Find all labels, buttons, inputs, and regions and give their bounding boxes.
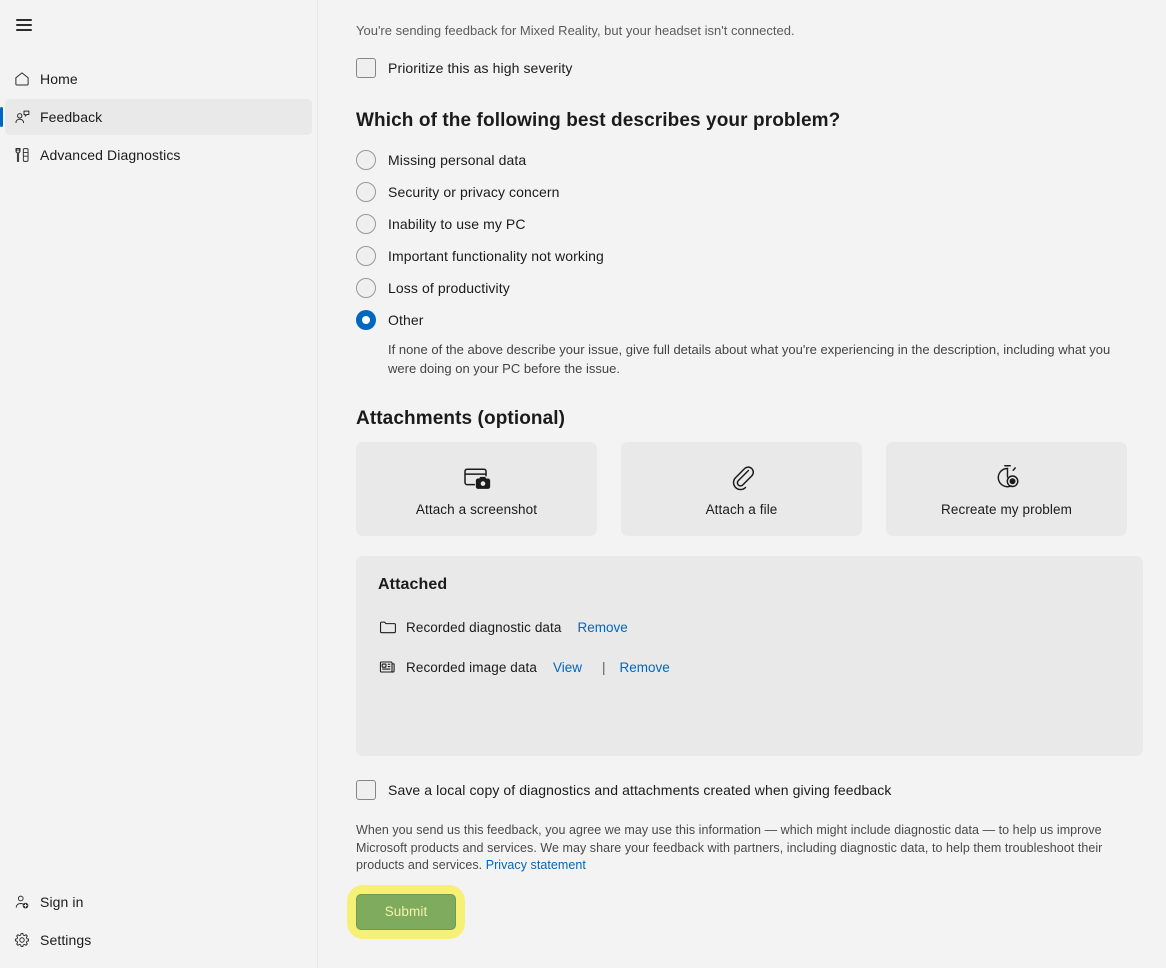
- attached-item-name: Recorded diagnostic data: [406, 619, 562, 635]
- sidebar-item-settings[interactable]: Settings: [5, 922, 312, 958]
- radio-label: Important functionality not working: [388, 248, 604, 264]
- attached-files-panel: Attached Recorded diagnostic data Remove: [356, 556, 1143, 756]
- submit-button[interactable]: Submit: [356, 893, 456, 930]
- feedback-form-main: You're sending feedback for Mixed Realit…: [318, 0, 1166, 968]
- sidebar-item-label: Settings: [40, 932, 92, 948]
- radio-option-loss-of-productivity[interactable]: Loss of productivity: [356, 272, 1142, 304]
- attach-file-card[interactable]: Attach a file: [621, 442, 862, 536]
- radio-option-inability-to-use-pc[interactable]: Inability to use my PC: [356, 208, 1142, 240]
- menu-hamburger-button[interactable]: [2, 5, 46, 45]
- radio-label: Loss of productivity: [388, 280, 510, 296]
- attachment-card-group: Attach a screenshot Attach a file Recrea…: [356, 442, 1142, 536]
- image-data-icon: [378, 658, 396, 676]
- attach-screenshot-card[interactable]: Attach a screenshot: [356, 442, 597, 536]
- feedback-icon: [12, 107, 32, 127]
- remove-image-data-link[interactable]: Remove: [620, 660, 670, 675]
- prioritize-high-severity-row[interactable]: Prioritize this as high severity: [356, 56, 1142, 80]
- sign-in-icon: [12, 892, 32, 912]
- attachment-card-label: Attach a file: [705, 501, 778, 517]
- link-separator: |: [602, 659, 606, 675]
- feedback-hub-window: Home Feedback Advanced Diagnostics Sign …: [0, 0, 1166, 968]
- attached-item-name: Recorded image data: [406, 659, 537, 675]
- attached-item-diagnostic-data: Recorded diagnostic data Remove: [378, 612, 1121, 642]
- attachment-card-label: Attach a screenshot: [415, 501, 538, 517]
- paperclip-icon: [727, 462, 757, 492]
- sidebar-item-label: Home: [40, 71, 78, 87]
- hamburger-icon: [16, 16, 32, 35]
- save-local-copy-row[interactable]: Save a local copy of diagnostics and att…: [356, 780, 1142, 800]
- prioritize-high-severity-checkbox[interactable]: [356, 58, 376, 78]
- save-local-copy-label: Save a local copy of diagnostics and att…: [388, 782, 892, 798]
- view-image-data-link[interactable]: View: [553, 660, 582, 675]
- radio-button[interactable]: [356, 278, 376, 298]
- submit-button-area: Submit: [347, 884, 465, 939]
- sidebar-item-home[interactable]: Home: [5, 61, 312, 97]
- radio-label: Missing personal data: [388, 152, 527, 168]
- recreate-problem-card[interactable]: Recreate my problem: [886, 442, 1127, 536]
- attached-item-image-data: Recorded image data View | Remove: [378, 652, 1121, 682]
- radio-option-important-functionality-not-working[interactable]: Important functionality not working: [356, 240, 1142, 272]
- radio-option-security-privacy-concern[interactable]: Security or privacy concern: [356, 176, 1142, 208]
- problem-radio-group: Missing personal data Security or privac…: [356, 144, 1142, 378]
- radio-button[interactable]: [356, 182, 376, 202]
- gear-icon: [12, 930, 32, 950]
- privacy-statement-link[interactable]: Privacy statement: [486, 858, 586, 872]
- navigation-sidebar: Home Feedback Advanced Diagnostics Sign …: [0, 0, 318, 968]
- legal-disclaimer: When you send us this feedback, you agre…: [356, 822, 1142, 875]
- radio-option-other[interactable]: Other: [356, 304, 1142, 336]
- sidebar-item-feedback[interactable]: Feedback: [0, 99, 312, 135]
- headset-notice: You're sending feedback for Mixed Realit…: [356, 23, 795, 38]
- sidebar-item-advanced-diagnostics[interactable]: Advanced Diagnostics: [5, 137, 312, 173]
- sidebar-top-nav: Home Feedback Advanced Diagnostics: [0, 59, 317, 175]
- radio-button[interactable]: [356, 214, 376, 234]
- radio-button[interactable]: [356, 150, 376, 170]
- radio-button[interactable]: [356, 246, 376, 266]
- sidebar-item-label: Advanced Diagnostics: [40, 147, 181, 163]
- attachment-card-label: Recreate my problem: [941, 501, 1072, 517]
- radio-option-missing-personal-data[interactable]: Missing personal data: [356, 144, 1142, 176]
- attachments-heading: Attachments (optional): [356, 408, 566, 429]
- prioritize-high-severity-label: Prioritize this as high severity: [388, 60, 573, 76]
- sidebar-bottom-nav: Sign in Settings: [0, 882, 317, 960]
- radio-label: Other: [388, 312, 424, 328]
- remove-diagnostic-data-link[interactable]: Remove: [578, 620, 628, 635]
- stopwatch-record-icon: [992, 462, 1022, 492]
- other-option-help-text: If none of the above describe your issue…: [388, 342, 1111, 376]
- diagnostics-icon: [12, 145, 32, 165]
- radio-button-selected[interactable]: [356, 310, 376, 330]
- home-icon: [12, 69, 32, 89]
- sidebar-item-sign-in[interactable]: Sign in: [5, 884, 312, 920]
- problem-question-heading: Which of the following best describes yo…: [356, 110, 841, 131]
- attached-panel-title: Attached: [378, 576, 448, 593]
- sidebar-item-label: Sign in: [40, 894, 84, 910]
- folder-icon: [378, 618, 396, 636]
- save-local-copy-checkbox[interactable]: [356, 780, 376, 800]
- radio-label: Security or privacy concern: [388, 184, 560, 200]
- legal-text: When you send us this feedback, you agre…: [356, 823, 1103, 872]
- sidebar-item-label: Feedback: [40, 109, 103, 125]
- screenshot-camera-icon: [462, 462, 492, 492]
- radio-label: Inability to use my PC: [388, 216, 526, 232]
